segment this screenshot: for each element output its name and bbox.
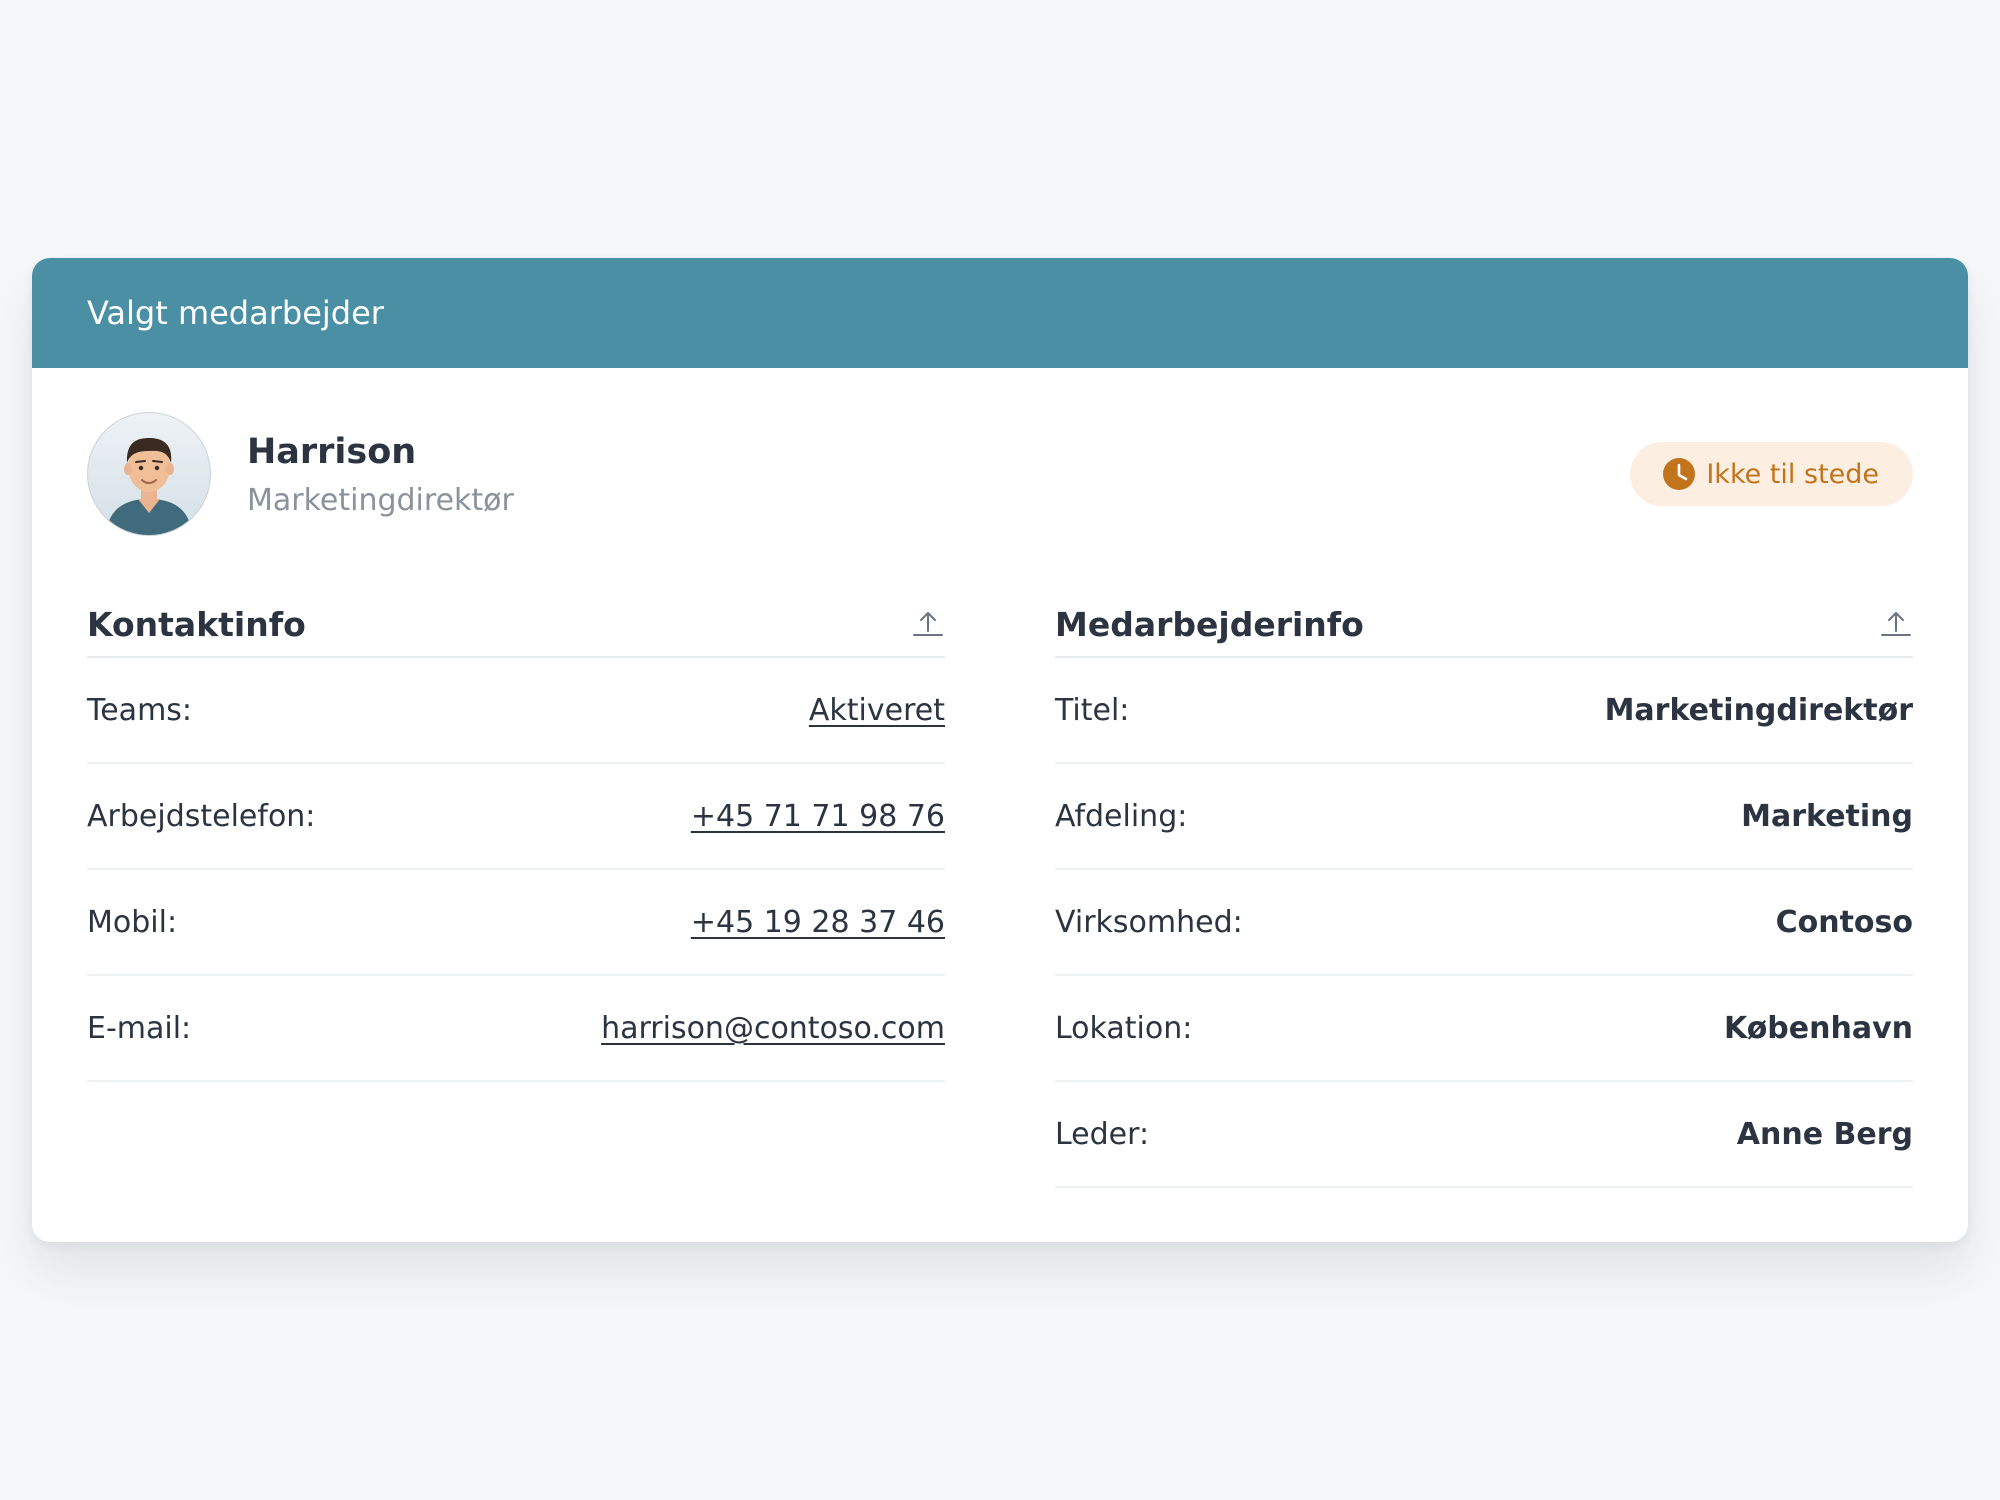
work-phone-link[interactable]: +45 71 71 98 76 [691,799,945,834]
row-label: Titel: [1055,692,1130,728]
status-label: Ikke til stede [1706,458,1879,490]
row-label: Teams: [87,692,193,728]
row-label: Mobil: [87,904,178,940]
email-link[interactable]: harrison@contoso.com [601,1011,945,1046]
teams-link[interactable]: Aktiveret [809,693,945,728]
contact-section: Kontaktinfo Teams: Aktiveret Arbejdstele… [87,588,945,1082]
employee-row-company: Virksomhed: Contoso [1055,870,1913,976]
contact-section-header: Kontaktinfo [87,588,945,658]
row-value: Anne Berg [1736,1116,1913,1152]
avatar [87,412,211,536]
person-job-title: Marketingdirektør [247,483,514,518]
collapse-up-icon[interactable] [1879,605,1913,639]
employee-row-manager: Leder: Anne Berg [1055,1082,1913,1188]
employee-section: Medarbejderinfo Titel: Marketingdirektør… [1055,588,1913,1188]
collapse-up-icon[interactable] [911,605,945,639]
person-name: Harrison [247,432,417,472]
person-avatar-icon [106,438,192,535]
row-label: Afdeling: [1055,798,1188,834]
employee-section-title: Medarbejderinfo [1055,604,1364,644]
contact-row-mobile: Mobil: +45 19 28 37 46 [87,870,945,976]
row-value: København [1723,1010,1913,1046]
contact-row-email: E-mail: harrison@contoso.com [87,976,945,1082]
contact-section-title: Kontaktinfo [87,604,306,644]
employee-row-department: Afdeling: Marketing [1055,764,1913,870]
row-value: Contoso [1775,904,1913,940]
employee-card: Valgt medarbejder Harrison Marketingdire… [32,258,1968,1242]
mobile-link[interactable]: +45 19 28 37 46 [691,905,945,940]
card-title: Valgt medarbejder [87,294,384,332]
profile-header: Harrison Marketingdirektør Ikke til sted… [87,412,1913,536]
card-header: Valgt medarbejder [32,258,1968,368]
employee-row-location: Lokation: København [1055,976,1913,1082]
employee-section-header: Medarbejderinfo [1055,588,1913,658]
row-label: Lokation: [1055,1010,1193,1046]
contact-row-teams: Teams: Aktiveret [87,658,945,764]
status-badge: Ikke til stede [1630,442,1913,506]
clock-icon [1663,458,1696,490]
row-label: Arbejdstelefon: [87,798,316,834]
employee-row-title: Titel: Marketingdirektør [1055,658,1913,764]
contact-row-work-phone: Arbejdstelefon: +45 71 71 98 76 [87,764,945,870]
row-label: E-mail: [87,1010,192,1046]
row-value: Marketingdirektør [1604,692,1913,728]
row-label: Leder: [1055,1116,1150,1152]
row-label: Virksomhed: [1055,904,1243,940]
row-value: Marketing [1741,798,1913,834]
